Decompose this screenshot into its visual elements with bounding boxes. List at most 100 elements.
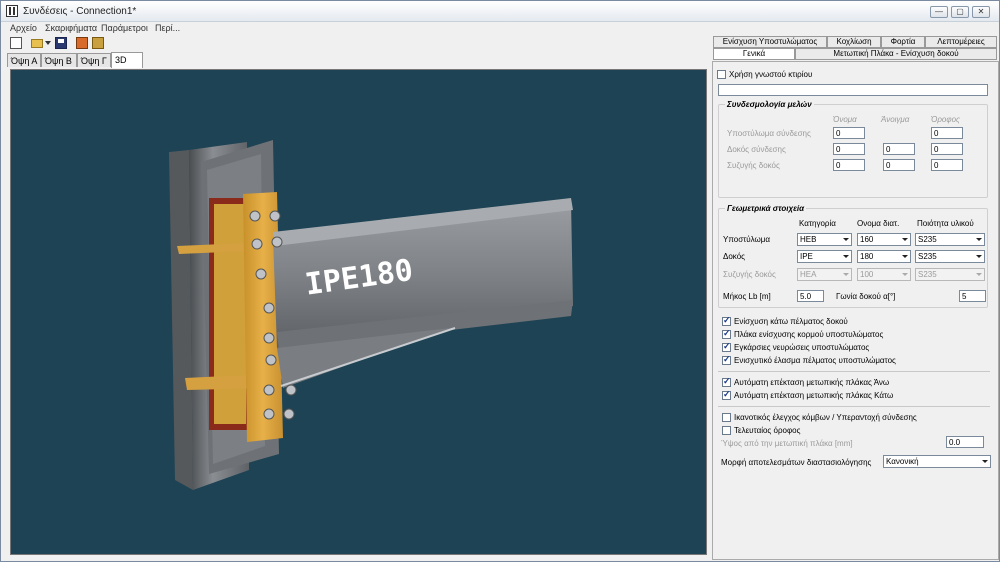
open-folder-icon[interactable] bbox=[31, 39, 43, 48]
column-back-flange bbox=[169, 150, 193, 490]
conjugate-beam-category-select[interactable]: HEA bbox=[797, 268, 852, 281]
angle-input[interactable]: 5 bbox=[959, 290, 986, 302]
toolbar bbox=[1, 35, 709, 51]
geometry-group-title: Γεωμετρικά στοιχεία bbox=[725, 204, 807, 213]
conjugate-beam-material-select[interactable]: S235 bbox=[915, 268, 985, 281]
chevron-down-icon bbox=[900, 235, 909, 244]
col-name-header: Όνομα bbox=[833, 115, 857, 124]
members-group-title: Συνδεσμολογία μελών bbox=[725, 100, 814, 109]
angle-label: Γωνία δοκού α[°] bbox=[836, 292, 896, 301]
maximize-button[interactable]: ▢ bbox=[951, 6, 969, 18]
known-building-checkbox[interactable] bbox=[717, 70, 726, 79]
results-format-label: Μορφή αποτελεσμάτων διαστασιολόγησης bbox=[721, 458, 872, 467]
capacity-check-checkbox[interactable] bbox=[722, 413, 731, 422]
length-input[interactable]: 5.0 bbox=[797, 290, 824, 302]
last-floor-checkbox[interactable] bbox=[722, 426, 731, 435]
menu-file[interactable]: Αρχείο bbox=[10, 23, 37, 33]
separator bbox=[718, 406, 990, 407]
connection-beam-floor-input[interactable]: 0 bbox=[931, 143, 963, 155]
application-window: Συνδέσεις - Connection1* — ▢ ✕ Αρχείο Σκ… bbox=[0, 0, 1000, 562]
tab-view-a[interactable]: Όψη Α bbox=[7, 53, 41, 67]
tab-3d[interactable]: 3D bbox=[111, 52, 143, 68]
column-material-select[interactable]: S235 bbox=[915, 233, 985, 246]
col-floor-header: Όροφος bbox=[931, 115, 960, 124]
known-building-input[interactable] bbox=[718, 84, 988, 96]
beam-material-select[interactable]: S235 bbox=[915, 250, 985, 263]
beam-category-select[interactable]: IPE bbox=[797, 250, 852, 263]
web-plate-checkbox[interactable] bbox=[722, 328, 731, 339]
tab-details[interactable]: Λεπτομέρειες bbox=[925, 36, 997, 48]
transverse-stiffeners-checkbox[interactable] bbox=[722, 341, 731, 352]
minimize-button[interactable]: — bbox=[930, 6, 948, 18]
check-label: Ικανοτικός έλεγχος κόμβων / Υπεραντοχή σ… bbox=[734, 413, 917, 422]
chevron-down-icon bbox=[900, 252, 909, 261]
tab-loads[interactable]: Φορτία bbox=[881, 36, 925, 48]
check-label: Εγκάρσιες νευρώσεις υποστυλώματος bbox=[734, 343, 870, 352]
check-label: Τελευταίος όροφος bbox=[734, 426, 801, 435]
column-category-select[interactable]: HEB bbox=[797, 233, 852, 246]
tab-view-b[interactable]: Όψη Β bbox=[41, 53, 77, 67]
known-building-label: Χρήση γνωστού κτιρίου bbox=[729, 70, 813, 79]
tab-general[interactable]: Γενικά bbox=[713, 48, 795, 60]
flange-plate-checkbox[interactable] bbox=[722, 354, 731, 365]
bottom-flange-reinforcement-checkbox[interactable] bbox=[722, 315, 731, 326]
menu-about[interactable]: Περί... bbox=[155, 23, 180, 33]
connection-beam-name-input[interactable]: 0 bbox=[833, 143, 865, 155]
col-opening-header: Άνοιγμα bbox=[881, 115, 910, 124]
height-input[interactable]: 0.0 bbox=[946, 436, 984, 448]
check-label: Ενισχυτικό έλασμα πέλματος υποστυλώματος bbox=[734, 356, 896, 365]
col-material-header: Ποιότητα υλικού bbox=[917, 219, 974, 228]
tab-view-c[interactable]: Όψη Γ bbox=[77, 53, 111, 67]
chevron-down-icon bbox=[841, 252, 850, 261]
height-label: Ύψος από την μετωπική πλάκα [mm] bbox=[721, 439, 853, 448]
app-icon bbox=[6, 5, 18, 17]
column-section-select[interactable]: 160 bbox=[857, 233, 911, 246]
connection-column-name-input[interactable]: 0 bbox=[833, 127, 865, 139]
tab-end-plate[interactable]: Μετωπική Πλάκα - Ενίσχυση δοκού bbox=[795, 48, 997, 60]
chevron-down-icon bbox=[900, 270, 909, 279]
window-title: Συνδέσεις - Connection1* bbox=[23, 6, 137, 17]
new-file-icon[interactable] bbox=[10, 37, 22, 49]
connection-beam-opening-input[interactable]: 0 bbox=[883, 143, 915, 155]
auto-extend-bottom-checkbox[interactable] bbox=[722, 389, 731, 400]
geometry-row-label: Δοκός bbox=[723, 252, 745, 261]
members-group: Συνδεσμολογία μελών Όνομα Άνοιγμα Όροφος… bbox=[718, 100, 988, 198]
export-image-icon[interactable] bbox=[76, 37, 88, 49]
geometry-group: Γεωμετρικά στοιχεία Κατηγορία Ονομα διατ… bbox=[718, 204, 988, 308]
col-section-header: Ονομα διατ. bbox=[857, 219, 900, 228]
right-panel-tabs: Ενίσχυση Υποστυλώματος Κοχλίωση Φορτία Λ… bbox=[713, 36, 997, 61]
member-row-label: Συζυγής δοκός bbox=[727, 161, 780, 170]
menu-bar: Αρχείο Σκαριφήματα Παράμετροι Περί... bbox=[1, 22, 999, 35]
menu-parameters[interactable]: Παράμετροι bbox=[101, 23, 148, 33]
length-label: Μήκος Lb [m] bbox=[723, 292, 771, 301]
conjugate-beam-floor-input[interactable]: 0 bbox=[931, 159, 963, 171]
chevron-down-icon[interactable] bbox=[45, 41, 51, 45]
conjugate-beam-name-input[interactable]: 0 bbox=[833, 159, 865, 171]
conjugate-beam-section-select[interactable]: 100 bbox=[857, 268, 911, 281]
check-label: Αυτόματη επέκταση μετωπικής πλάκας Κάτω bbox=[734, 391, 894, 400]
tab-bolting[interactable]: Κοχλίωση bbox=[827, 36, 881, 48]
separator bbox=[718, 371, 990, 372]
close-button[interactable]: ✕ bbox=[972, 6, 990, 18]
connection-3d-model bbox=[169, 140, 573, 490]
check-label: Πλάκα ενίσχυσης κορμού υποστυλώματος bbox=[734, 330, 884, 339]
general-panel: Χρήση γνωστού κτιρίου Συνδεσμολογία μελώ… bbox=[712, 61, 999, 560]
conjugate-beam-opening-input[interactable]: 0 bbox=[883, 159, 915, 171]
auto-extend-top-checkbox[interactable] bbox=[722, 376, 731, 387]
print-icon[interactable] bbox=[92, 37, 104, 49]
title-bar: Συνδέσεις - Connection1* — ▢ ✕ bbox=[1, 1, 999, 22]
chevron-down-icon bbox=[841, 270, 850, 279]
check-label: Αυτόματη επέκταση μετωπικής πλάκας Άνω bbox=[734, 378, 890, 387]
tab-column-reinforcement[interactable]: Ενίσχυση Υποστυλώματος bbox=[713, 36, 827, 48]
save-icon[interactable] bbox=[55, 37, 67, 49]
chevron-down-icon bbox=[841, 235, 850, 244]
results-format-select[interactable]: Κανονική bbox=[883, 455, 991, 468]
geometry-row-label: Συζυγής δοκός bbox=[723, 270, 776, 279]
3d-viewport[interactable]: IPE180 bbox=[10, 69, 707, 555]
beam-section-select[interactable]: 180 bbox=[857, 250, 911, 263]
chevron-down-icon bbox=[980, 457, 989, 466]
col-category-header: Κατηγορία bbox=[799, 219, 836, 228]
menu-sketches[interactable]: Σκαριφήματα bbox=[45, 23, 97, 33]
geometry-row-label: Υποστύλωμα bbox=[723, 235, 771, 244]
connection-column-floor-input[interactable]: 0 bbox=[931, 127, 963, 139]
